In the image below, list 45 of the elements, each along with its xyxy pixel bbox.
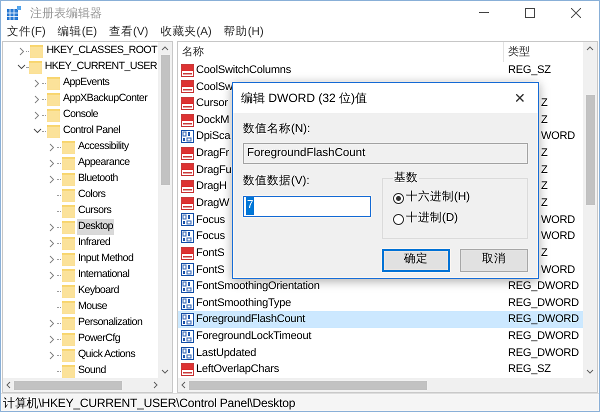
value-name: DragFu: [196, 162, 232, 178]
value-type: REG_SZ: [508, 362, 551, 378]
value-type: REG_DWORD: [508, 329, 579, 344]
value-type: REG_DWORD: [508, 296, 579, 311]
value-name: Focus: [196, 229, 225, 244]
value-name: CoolSwitchColumns: [196, 62, 292, 78]
dialog-title: 编辑 DWORD (32 位)值: [241, 90, 367, 107]
value-name: LeftOverlapChars: [196, 362, 280, 378]
value-name: ForegroundFlashCount: [196, 312, 306, 328]
value-name: DragFr: [196, 146, 230, 162]
value-name: DragH: [196, 179, 227, 194]
field-label: 数值名称(N):: [243, 122, 312, 137]
value-name: DragW: [196, 196, 230, 211]
radio-label: 十六进制(H): [406, 190, 470, 206]
value-name: FontS: [196, 246, 224, 261]
value-type: Z: [541, 179, 548, 194]
value-type: Z: [541, 246, 548, 261]
value-type: REG_DWORD: [508, 346, 579, 361]
value-name: FontSmoothingType: [196, 296, 292, 311]
value-type: Z: [541, 112, 548, 128]
status-path: 计算机\HKEY_CURRENT_USER\Control Panel\Desktop: [2, 394, 296, 411]
value-name: DockM: [196, 112, 230, 128]
value-name: Cursor: [196, 96, 228, 112]
value-type: Z: [541, 196, 548, 211]
radio-label: 十进制(D): [406, 210, 458, 226]
value-type: REG_DWORD: [508, 312, 579, 328]
value-type: Z: [541, 146, 548, 162]
value-type: REG_SZ: [508, 62, 551, 78]
value-name: FontSmoothingOrientation: [196, 279, 320, 294]
value-type: REG_DWORD: [508, 279, 579, 294]
value-type: WORD: [541, 262, 576, 278]
value-type: WORD: [541, 212, 576, 228]
group-label: 基数: [393, 170, 419, 186]
value-type: Z: [541, 162, 548, 178]
value-type: WORD: [541, 129, 576, 144]
window-title: 注册表编辑器: [30, 4, 102, 22]
value-type: WORD: [541, 229, 576, 244]
field-label: 数值数据(V):: [243, 174, 311, 190]
value-name: DpiSca: [196, 129, 230, 144]
value-name: CoolSw: [196, 80, 233, 95]
value-name: LastUpdated: [196, 346, 256, 361]
value-name: FontS: [196, 262, 224, 278]
value-name: Focus: [196, 212, 225, 228]
value-name: ForegroundLockTimeout: [196, 329, 312, 344]
value-type: Z: [541, 96, 548, 112]
